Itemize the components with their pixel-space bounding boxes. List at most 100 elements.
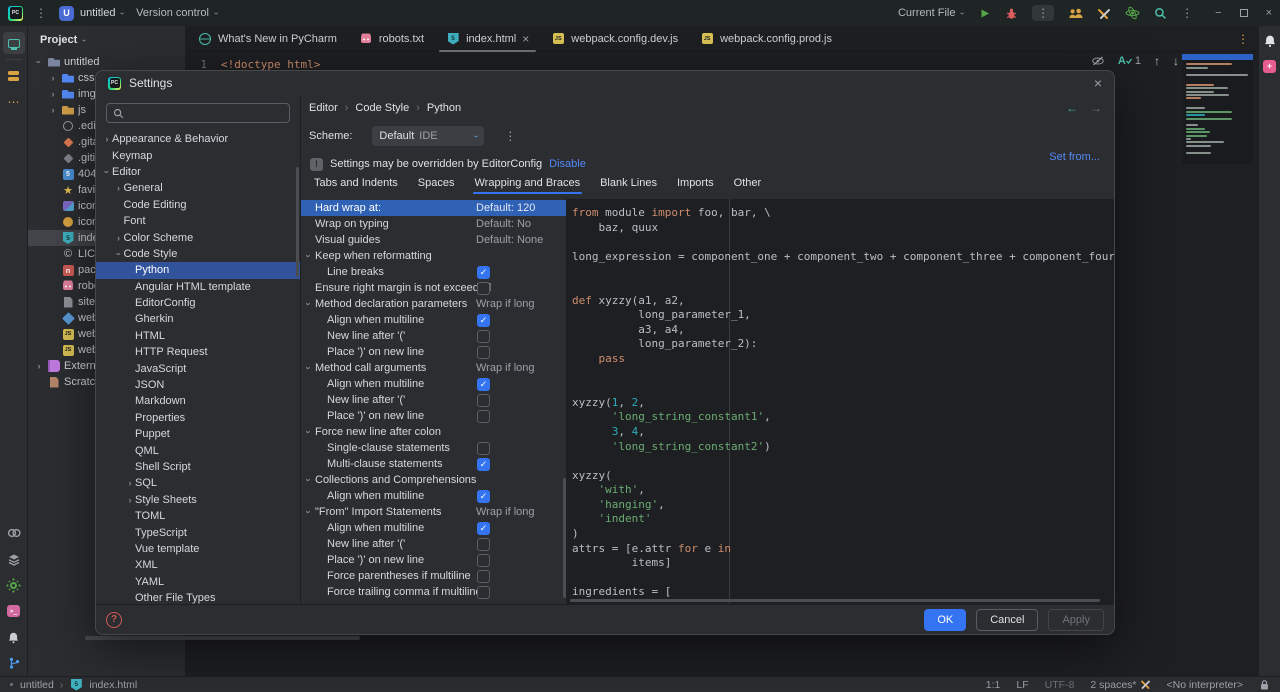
prev-problem-arrow-icon[interactable]: ↑ <box>1154 54 1160 68</box>
settings-tree-item[interactable]: ›Appearance & Behavior <box>96 131 300 147</box>
option-row[interactable]: Align when multiline✓ <box>301 376 566 392</box>
option-row[interactable]: Wrap on typingDefault: No <box>301 216 566 232</box>
project-selector[interactable]: U untitled › <box>59 6 124 21</box>
settings-tree-item[interactable]: Gherkin <box>96 311 300 327</box>
option-row[interactable]: Ensure right margin is not exceeded <box>301 280 566 296</box>
chevron-right-icon[interactable]: › <box>48 89 58 99</box>
settings-tree-item[interactable]: Other File Types <box>96 590 300 604</box>
option-row[interactable]: ›Force new line after colon <box>301 424 566 440</box>
more-tools-button[interactable]: ⋯ <box>3 91 25 113</box>
option-row[interactable]: Single-clause statements <box>301 440 566 456</box>
option-row[interactable]: Align when multiline✓ <box>301 520 566 536</box>
project-scrollbar[interactable] <box>85 636 360 640</box>
option-row[interactable]: Hard wrap at:Default: 120 <box>301 200 566 216</box>
chevron-down-icon[interactable]: › <box>34 57 44 67</box>
chevron-right-icon[interactable]: › <box>114 233 124 243</box>
debug-button[interactable] <box>1005 7 1018 20</box>
checkbox-unchecked[interactable] <box>477 410 490 423</box>
option-row[interactable]: ›Method call argumentsWrap if long <box>301 360 566 376</box>
tab-spaces[interactable]: Spaces <box>418 177 455 193</box>
run-config-selector[interactable]: Current File › <box>898 7 964 19</box>
version-control-menu[interactable]: Version control › <box>136 7 217 19</box>
settings-tree-item[interactable]: Shell Script <box>96 459 300 475</box>
settings-tree-item[interactable]: ›Code Style <box>96 246 300 262</box>
chevron-down-icon[interactable]: › <box>304 252 314 261</box>
option-row[interactable]: ›Keep when reformatting <box>301 248 566 264</box>
option-row[interactable]: Align when multiline✓ <box>301 312 566 328</box>
settings-tree-item[interactable]: Puppet <box>96 426 300 442</box>
tab-wrapping-and-braces[interactable]: Wrapping and Braces <box>475 177 581 193</box>
next-problem-arrow-icon[interactable]: ↓ <box>1173 54 1179 68</box>
structure-tool-button[interactable] <box>3 65 25 87</box>
window-minimize-button[interactable]: − <box>1215 7 1221 19</box>
checkbox-unchecked[interactable] <box>477 394 490 407</box>
settings-tree-item[interactable]: HTML <box>96 328 300 344</box>
tools-icon[interactable] <box>1097 7 1111 20</box>
checkbox-unchecked[interactable] <box>477 538 490 551</box>
close-tab-icon[interactable]: × <box>522 32 529 46</box>
back-arrow-icon[interactable]: ← <box>1066 101 1078 115</box>
ok-button[interactable]: OK <box>924 609 966 631</box>
status-item[interactable]: 2 spaces* <box>1090 679 1150 691</box>
settings-tree-item[interactable]: ›Editor <box>96 164 300 180</box>
chevron-right-icon[interactable]: › <box>114 183 124 193</box>
settings-sync-button[interactable] <box>3 574 25 596</box>
editor-tab[interactable]: webpack.config.prod.js <box>689 26 843 52</box>
settings-tree-item[interactable]: Code Editing <box>96 197 300 213</box>
scheme-options-kebab-icon[interactable]: ⋮ <box>504 130 516 142</box>
checkbox-unchecked[interactable] <box>477 442 490 455</box>
checkbox-checked[interactable]: ✓ <box>477 266 490 279</box>
apply-button[interactable]: Apply <box>1048 609 1104 631</box>
tree-scrollbar[interactable] <box>296 167 299 277</box>
dependencies-tool-button[interactable] <box>3 522 25 544</box>
status-item[interactable]: UTF-8 <box>1045 679 1075 691</box>
help-icon[interactable]: ? <box>106 612 122 628</box>
lock-icon[interactable] <box>1259 679 1270 691</box>
code-with-me-button[interactable] <box>1068 7 1083 20</box>
atom-icon[interactable] <box>1125 6 1140 20</box>
checkbox-checked[interactable]: ✓ <box>477 458 490 471</box>
window-close-button[interactable]: × <box>1266 7 1272 19</box>
option-row[interactable]: ›"From" Import StatementsWrap if long <box>301 504 566 520</box>
settings-tree-item[interactable]: ›Style Sheets <box>96 492 300 508</box>
tab-blank-lines[interactable]: Blank Lines <box>600 177 657 193</box>
tab-other[interactable]: Other <box>734 177 762 193</box>
services-tool-button[interactable] <box>3 548 25 570</box>
editor-tab[interactable]: webpack.config.dev.js <box>540 26 689 52</box>
chevron-down-icon[interactable]: › <box>304 508 314 517</box>
tab-imports[interactable]: Imports <box>677 177 714 193</box>
chevron-down-icon[interactable]: › <box>304 364 314 373</box>
chevron-down-icon[interactable]: › <box>102 167 112 177</box>
checkbox-unchecked[interactable] <box>477 586 490 599</box>
checkbox-unchecked[interactable] <box>477 570 490 583</box>
run-button[interactable] <box>978 7 991 20</box>
settings-tree-item[interactable]: ›General <box>96 180 300 196</box>
project-tool-button[interactable] <box>3 32 25 54</box>
notifications-tool-button[interactable] <box>3 626 25 648</box>
chevron-down-icon[interactable]: › <box>114 249 124 259</box>
checkbox-unchecked[interactable] <box>477 554 490 567</box>
terminal-tool-button[interactable]: >_ <box>3 600 25 622</box>
window-maximize-button[interactable] <box>1240 9 1248 17</box>
option-row[interactable]: Force parentheses if multiline <box>301 568 566 584</box>
settings-tree-item[interactable]: TypeScript <box>96 524 300 540</box>
disable-link[interactable]: Disable <box>549 158 586 170</box>
checkbox-unchecked[interactable] <box>477 346 490 359</box>
chevron-down-icon[interactable]: › <box>304 300 314 309</box>
settings-tree-item[interactable]: TOML <box>96 508 300 524</box>
forward-arrow-icon[interactable]: → <box>1090 101 1102 115</box>
settings-tree-item[interactable]: Angular HTML template <box>96 279 300 295</box>
option-row[interactable]: ›Collections and Comprehensions <box>301 472 566 488</box>
editor-tab[interactable]: index.html× <box>435 26 540 52</box>
settings-tree-item[interactable]: EditorConfig <box>96 295 300 311</box>
inspections-widget[interactable]: A1 <box>1118 55 1141 67</box>
chevron-right-icon[interactable]: › <box>102 134 112 144</box>
settings-tree-item[interactable]: Vue template <box>96 541 300 557</box>
settings-tree-item[interactable]: HTTP Request <box>96 344 300 360</box>
option-row[interactable]: Multi-clause statements✓ <box>301 456 566 472</box>
set-from-link[interactable]: Set from... <box>1049 151 1100 163</box>
settings-dialog-header[interactable]: Settings × <box>96 71 1114 95</box>
status-item[interactable]: <No interpreter> <box>1167 679 1243 691</box>
option-row[interactable]: Line breaks✓ <box>301 264 566 280</box>
chevron-right-icon[interactable]: › <box>125 478 135 488</box>
